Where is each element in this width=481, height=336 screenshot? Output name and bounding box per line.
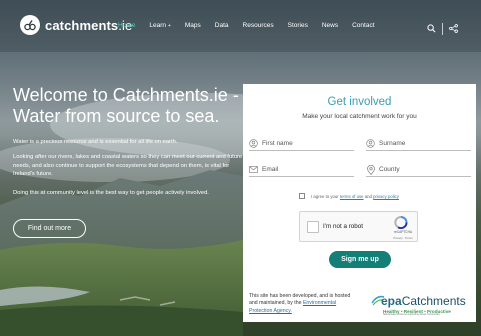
nav-stories[interactable]: Stories [288,22,308,29]
nav-resources[interactable]: Resources [243,22,274,29]
epa-small-text: Natural water resources supporting vibra… [383,314,440,316]
nav-maps[interactable]: Maps [185,22,201,29]
epa-catchments-logo[interactable]: epaCatchments Healthy • Resilient • Prod… [371,291,471,317]
form-title: Get involved [327,96,392,108]
nav-contact[interactable]: Contact [352,22,374,29]
epa-info-text: This site has been developed, and is hos… [249,293,351,314]
form-subtitle: Make your local catchment work for you [302,113,417,120]
recaptcha-widget: I'm not a robot reCAPTCHA Privacy - Term… [299,211,418,242]
learn-expand-icon: + [167,23,171,29]
email-field[interactable]: Email [249,163,354,177]
nav-learn[interactable]: Learn + [149,22,171,29]
share-icon[interactable] [449,20,458,38]
recaptcha-label: I'm not a robot [323,223,364,230]
search-icon[interactable] [427,20,436,38]
main-nav: Home Learn + Maps Data Resources Stories … [118,22,389,29]
nav-home[interactable]: Home [118,22,135,29]
epa-info-panel: This site has been developed, and is hos… [243,284,476,322]
agree-prefix: I agree to your [311,193,339,199]
hero-paragraph-1: Water is a precious resource and is esse… [13,139,178,145]
hero-paragraph-2: Looking after our rivers, lakes and coas… [13,154,243,178]
hero-title: Welcome to Catchments.ie - Water from so… [13,85,239,126]
terms-of-use-link[interactable]: terms of use [340,194,364,199]
catchments-logo-icon [20,15,40,35]
first-name-placeholder: First name [262,140,293,147]
header-tools [427,20,458,38]
find-out-more-button[interactable]: Find out more [13,219,86,238]
privacy-policy-link[interactable]: privacy policy [373,194,399,199]
terms-agreement: I agree to your terms of use and privacy… [299,193,399,199]
nav-data[interactable]: Data [215,22,229,29]
envelope-icon [249,165,258,174]
get-involved-form: Get involved Make your local catchment w… [243,84,476,284]
recaptcha-checkbox[interactable] [307,221,319,233]
epa-wordmark: epaCatchments [381,294,466,308]
surname-field[interactable]: Surname [366,137,471,151]
hero-paragraph-3: Doing this at community level is the bes… [13,190,209,196]
nav-news[interactable]: News [322,22,338,29]
agree-checkbox[interactable] [299,193,305,199]
location-pin-icon [366,164,375,175]
first-name-field[interactable]: First name [249,137,354,151]
recaptcha-terms[interactable]: Privacy - Terms [388,236,418,240]
surname-placeholder: Surname [379,140,406,147]
header-divider [442,23,443,35]
email-placeholder: Email [262,166,279,173]
county-placeholder: County [379,166,400,173]
user-icon [366,139,375,148]
sign-me-up-button[interactable]: Sign me up [329,251,391,268]
site-header: catchments.ie Home Learn + Maps Data Reso… [0,0,481,52]
county-field[interactable]: County [366,163,471,177]
site-logo[interactable]: catchments.ie [20,15,132,35]
user-icon [249,139,258,148]
recaptcha-brand: reCAPTCHA [393,230,413,234]
agree-and: and [364,193,372,199]
